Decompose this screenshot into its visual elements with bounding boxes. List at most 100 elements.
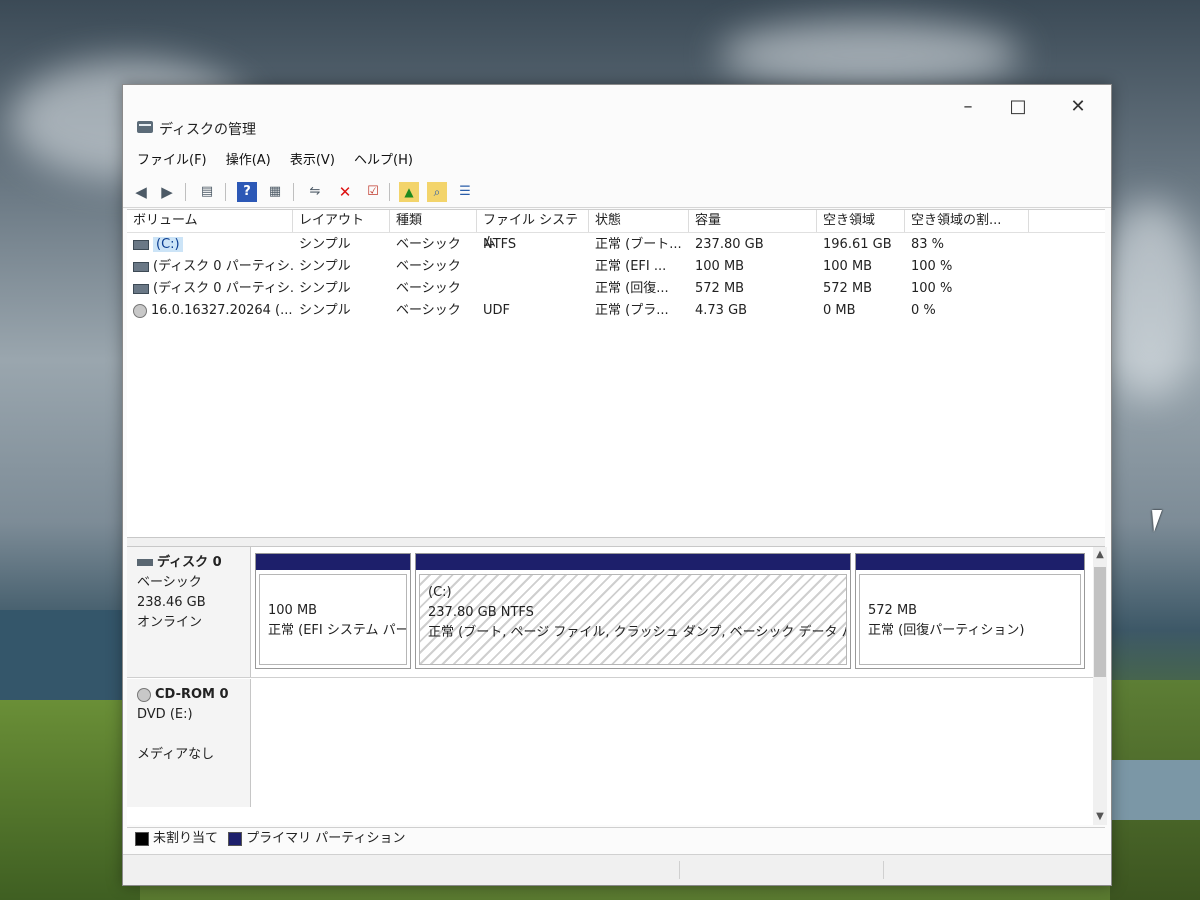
volume-status: 正常 (プラ... bbox=[595, 303, 669, 318]
partition-recovery[interactable]: 572 MB 正常 (回復パーティション) bbox=[855, 553, 1085, 669]
toolbar-separator bbox=[293, 183, 294, 201]
volume-name: (C:) bbox=[153, 237, 183, 252]
disk-0-size: 238.46 GB bbox=[137, 595, 206, 610]
volume-row[interactable]: (C:) シンプル ベーシック NTFS 正常 (ブート... 237.80 G… bbox=[127, 234, 1105, 256]
title-bar[interactable]: ディスクの管理 – □ ✕ bbox=[123, 85, 1111, 145]
volume-filesystem: NTFS bbox=[483, 237, 517, 252]
partition-efi-status: 正常 (EFI システム パー bbox=[268, 623, 407, 638]
disk-graphic-view: ディスク 0 ベーシック 238.46 GB オンライン 100 MB 正常 (… bbox=[127, 547, 1093, 825]
volume-row[interactable]: (ディスク 0 パーティシ... シンプル ベーシック 正常 (EFI ... … bbox=[127, 256, 1105, 278]
partition-bar bbox=[256, 554, 410, 570]
volume-row[interactable]: 16.0.16327.20264 (... シンプル ベーシック UDF 正常 … bbox=[127, 300, 1105, 322]
background-sea bbox=[1110, 760, 1200, 820]
volume-type: ベーシック bbox=[396, 303, 461, 318]
volume-capacity: 100 MB bbox=[695, 259, 745, 274]
partition-c-title: (C:) bbox=[428, 585, 452, 600]
background-cloud bbox=[1100, 200, 1200, 400]
background-cloud bbox=[720, 20, 1020, 90]
volume-name: 16.0.16327.20264 (... bbox=[151, 303, 293, 318]
volume-free-space: 0 MB bbox=[823, 303, 856, 318]
minimize-button[interactable]: – bbox=[945, 95, 991, 121]
volume-type: ベーシック bbox=[396, 237, 461, 252]
toolbar-separator bbox=[225, 183, 226, 201]
volume-free-space: 572 MB bbox=[823, 281, 873, 296]
volume-percent-free: 0 % bbox=[911, 303, 936, 318]
cdrom-0-type: DVD (E:) bbox=[137, 707, 193, 722]
partition-c-status: 正常 (ブート, ページ ファイル, クラッシュ ダンプ, ベーシック データ … bbox=[428, 625, 847, 640]
forward-icon[interactable]: ▶ bbox=[157, 182, 177, 202]
delete-icon[interactable]: ✕ bbox=[335, 182, 355, 202]
column-header-free-space[interactable]: 空き領域 bbox=[817, 210, 905, 232]
cd-icon bbox=[137, 687, 151, 702]
status-bar bbox=[123, 854, 1111, 885]
status-divider bbox=[883, 861, 884, 879]
volume-capacity: 4.73 GB bbox=[695, 303, 748, 318]
up-icon[interactable]: ▲ bbox=[399, 182, 419, 202]
background-sea bbox=[0, 610, 140, 700]
pane-splitter[interactable] bbox=[127, 537, 1105, 547]
menu-file[interactable]: ファイル(F) bbox=[137, 149, 207, 173]
menu-help[interactable]: ヘルプ(H) bbox=[354, 149, 413, 173]
volume-percent-free: 100 % bbox=[911, 259, 953, 274]
back-icon[interactable]: ◀ bbox=[131, 182, 151, 202]
menu-view[interactable]: 表示(V) bbox=[290, 149, 335, 173]
partition-bar bbox=[416, 554, 850, 570]
volume-layout: シンプル bbox=[299, 303, 351, 318]
check-icon[interactable]: ☑ bbox=[363, 182, 383, 202]
volume-filesystem bbox=[477, 256, 589, 278]
list-icon[interactable]: ☰ bbox=[455, 182, 475, 202]
column-header-filesystem[interactable]: ファイル システム bbox=[477, 210, 589, 250]
legend-unallocated: 未割り当て bbox=[153, 831, 219, 846]
volume-percent-free: 83 % bbox=[911, 237, 945, 252]
disk-management-window: ディスクの管理 – □ ✕ ファイル(F) 操作(A) 表示(V) ヘルプ(H)… bbox=[122, 84, 1112, 886]
disk-0-status: オンライン bbox=[137, 615, 203, 630]
partition-recovery-status: 正常 (回復パーティション) bbox=[868, 623, 1025, 638]
cdrom-0-row: CD-ROM 0 DVD (E:) メディアなし bbox=[127, 679, 1093, 807]
volume-filesystem: UDF bbox=[483, 303, 511, 318]
volume-capacity: 572 MB bbox=[695, 281, 745, 296]
maximize-button[interactable]: □ bbox=[995, 95, 1041, 121]
cdrom-0-name: CD-ROM 0 bbox=[155, 687, 229, 702]
view-icon[interactable]: ▦ bbox=[265, 182, 285, 202]
background-grass bbox=[0, 700, 140, 900]
disk-icon bbox=[137, 559, 153, 566]
disk-0-type: ベーシック bbox=[137, 575, 202, 590]
search-icon[interactable]: ⌕ bbox=[427, 182, 447, 202]
window-title: ディスクの管理 bbox=[159, 122, 257, 138]
column-header-volume[interactable]: ボリューム bbox=[127, 210, 293, 232]
partition-c[interactable]: (C:) 237.80 GB NTFS 正常 (ブート, ページ ファイル, ク… bbox=[415, 553, 851, 669]
volume-row[interactable]: (ディスク 0 パーティシ... シンプル ベーシック 正常 (回復... 57… bbox=[127, 278, 1105, 300]
volume-free-space: 100 MB bbox=[823, 259, 873, 274]
graphic-scrollbar[interactable]: ▲ ▼ bbox=[1093, 547, 1107, 825]
connect-icon[interactable]: ⇋ bbox=[305, 182, 325, 202]
volume-type: ベーシック bbox=[396, 281, 461, 296]
help-icon[interactable]: ? bbox=[237, 182, 257, 202]
unallocated-swatch bbox=[135, 831, 149, 846]
volume-name: (ディスク 0 パーティシ... bbox=[153, 281, 293, 296]
column-header-capacity[interactable]: 容量 bbox=[689, 210, 817, 232]
toolbar-separator bbox=[185, 183, 186, 201]
partition-efi[interactable]: 100 MB 正常 (EFI システム パー bbox=[255, 553, 411, 669]
mouse-cursor-icon bbox=[1143, 510, 1163, 532]
scroll-down-icon[interactable]: ▼ bbox=[1093, 809, 1107, 825]
volume-layout: シンプル bbox=[299, 237, 351, 252]
properties-icon[interactable]: ▤ bbox=[197, 182, 217, 202]
cdrom-0-status: メディアなし bbox=[137, 747, 215, 762]
column-header-status[interactable]: 状態 bbox=[589, 210, 689, 232]
cd-icon bbox=[133, 303, 147, 318]
scroll-up-icon[interactable]: ▲ bbox=[1093, 547, 1107, 563]
disk-0-info[interactable]: ディスク 0 ベーシック 238.46 GB オンライン bbox=[127, 547, 251, 677]
status-divider bbox=[679, 861, 680, 879]
scrollbar-thumb[interactable] bbox=[1094, 567, 1106, 677]
volume-icon bbox=[133, 261, 149, 272]
column-header-layout[interactable]: レイアウト bbox=[293, 210, 390, 232]
volume-filesystem bbox=[477, 278, 589, 300]
partition-c-size: 237.80 GB NTFS bbox=[428, 605, 534, 620]
cdrom-0-info[interactable]: CD-ROM 0 DVD (E:) メディアなし bbox=[127, 679, 251, 807]
close-button[interactable]: ✕ bbox=[1055, 95, 1101, 121]
column-header-percent-free[interactable]: 空き領域の割... bbox=[905, 210, 1029, 232]
toolbar: ◀ ▶ ▤ ? ▦ ⇋ ✕ ☑ ▲ ⌕ ☰ bbox=[123, 177, 1111, 208]
menu-action[interactable]: 操作(A) bbox=[226, 149, 271, 173]
column-header-type[interactable]: 種類 bbox=[390, 210, 477, 232]
volume-list: ボリューム レイアウト 種類 ファイル システム 状態 容量 空き領域 空き領域… bbox=[127, 209, 1105, 538]
